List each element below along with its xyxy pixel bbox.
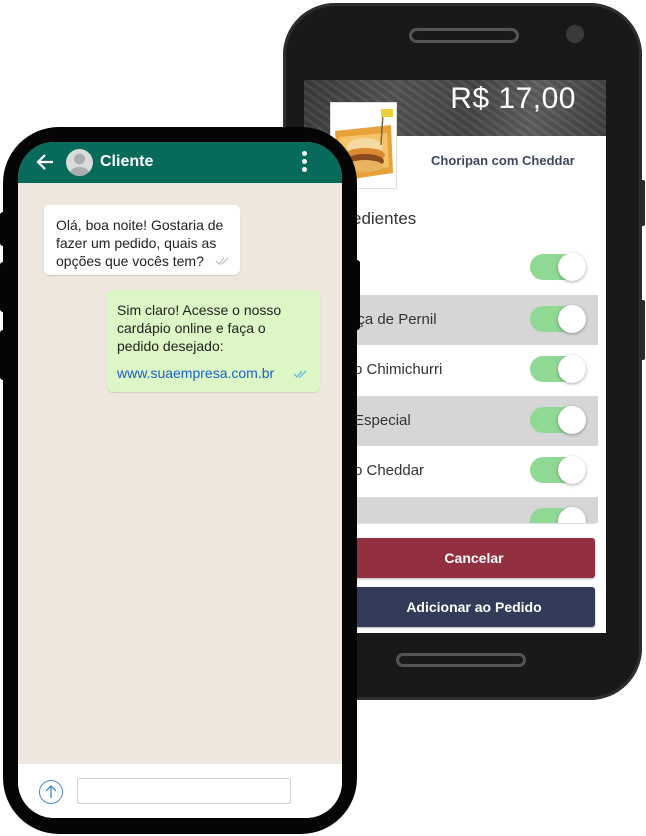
product-name: Choripan com Cheddar bbox=[431, 153, 575, 168]
earpiece-speaker bbox=[409, 28, 519, 43]
message-line: Sim claro! Acesse o nosso bbox=[117, 302, 282, 318]
divider bbox=[352, 523, 596, 524]
message-line: fazer um pedido, quais as bbox=[56, 235, 217, 251]
ingredient-toggle[interactable] bbox=[530, 456, 586, 484]
product-price: R$ 17,00 bbox=[450, 82, 576, 115]
arrow-up-circle-icon[interactable] bbox=[39, 780, 63, 804]
message-line: cardápio online e faça o bbox=[117, 320, 266, 336]
toggle-knob bbox=[558, 507, 586, 523]
power-button bbox=[640, 300, 645, 360]
incoming-message: Olá, boa noite! Gostaria de fazer um ped… bbox=[44, 205, 240, 275]
ingredient-label: o Cheddar bbox=[354, 462, 425, 479]
ingredient-toggle[interactable] bbox=[530, 507, 586, 523]
message-input[interactable] bbox=[77, 778, 291, 804]
add-to-order-button[interactable]: Adicionar ao Pedido bbox=[353, 587, 595, 627]
chat-header: Cliente bbox=[18, 142, 342, 183]
toggle-knob bbox=[558, 305, 586, 333]
message-line: pedido desejado: bbox=[117, 338, 224, 354]
toggle-knob bbox=[558, 406, 586, 434]
toggle-knob bbox=[558, 355, 586, 383]
double-check-icon bbox=[293, 370, 307, 378]
user-avatar-icon[interactable] bbox=[66, 149, 93, 176]
volume-button bbox=[640, 180, 645, 226]
arrow-left-icon[interactable] bbox=[35, 152, 55, 172]
chat-screen: Cliente Olá, boa noite! Gostaria de faze… bbox=[18, 142, 342, 818]
message-input-bar bbox=[18, 764, 342, 818]
menu-link[interactable]: www.suaempresa.com.br bbox=[117, 364, 310, 382]
message-line: opções que vocês tem? bbox=[56, 253, 204, 269]
toggle-knob bbox=[558, 253, 586, 281]
message-line: Olá, boa noite! Gostaria de bbox=[56, 217, 224, 233]
ingredient-toggle[interactable] bbox=[530, 406, 586, 434]
contact-name[interactable]: Cliente bbox=[100, 153, 153, 171]
more-vertical-icon[interactable] bbox=[302, 151, 308, 175]
ingredient-label: iça de Pernil bbox=[354, 311, 437, 328]
ingredient-toggle[interactable] bbox=[530, 253, 586, 281]
bottom-speaker bbox=[396, 653, 526, 667]
ingredient-toggle[interactable] bbox=[530, 305, 586, 333]
toggle-knob bbox=[558, 456, 586, 484]
double-check-icon bbox=[215, 257, 229, 265]
ingredient-label: Especial bbox=[354, 412, 411, 429]
ingredient-toggle[interactable] bbox=[530, 355, 586, 383]
ingredients-section-title: edientes bbox=[352, 209, 417, 228]
front-camera bbox=[566, 25, 584, 43]
ingredient-label: o Chimichurri bbox=[354, 361, 443, 378]
outgoing-message: Sim claro! Acesse o nosso cardápio onlin… bbox=[107, 290, 320, 392]
cancel-button[interactable]: Cancelar bbox=[353, 538, 595, 578]
